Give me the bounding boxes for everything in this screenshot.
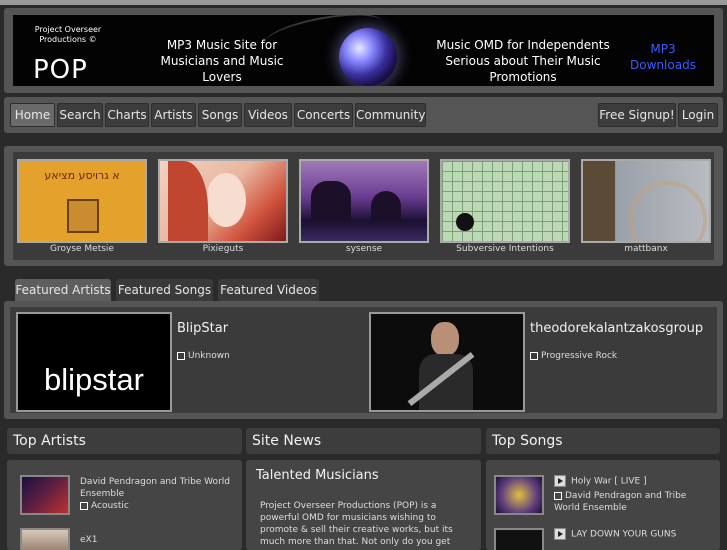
artist-gallery: א גרויסע מציאע Groyse Metsie Pixieguts s…	[4, 146, 723, 266]
artist-name-link[interactable]: theodorekalantzakosgroup	[530, 321, 703, 336]
hair-art	[168, 161, 208, 241]
song-thumb[interactable]	[494, 475, 544, 515]
gallery-thumb-subversive-intentions[interactable]	[440, 159, 570, 243]
nav-artists[interactable]: Artists	[151, 103, 196, 127]
mp3-downloads-link[interactable]: MP3 Downloads	[628, 41, 698, 73]
artist-image-theodorekalantzakosgroup[interactable]	[369, 312, 525, 412]
login-button[interactable]: Login	[678, 103, 718, 127]
artist-name-link[interactable]: BlipStar	[177, 321, 228, 336]
gallery-thumb-sysense[interactable]	[299, 159, 429, 243]
artist-thumb[interactable]	[20, 528, 70, 550]
top-artists-list: David Pendragon and Tribe World Ensemble…	[7, 460, 242, 550]
site-news-box: Talented Musicians Project Overseer Prod…	[246, 460, 481, 550]
gift-box-icon	[67, 199, 99, 233]
artist-thumb[interactable]	[20, 475, 70, 515]
nav-search[interactable]: Search	[57, 103, 103, 127]
gallery-caption[interactable]: sysense	[299, 244, 429, 254]
artist-image-blipstar[interactable]: blipstar	[16, 312, 172, 412]
gallery-caption[interactable]: mattbanx	[581, 244, 711, 254]
nav-home[interactable]: Home	[10, 103, 55, 127]
bullet-icon	[530, 351, 538, 360]
gallery-thumb-groyse-metsie[interactable]: א גרויסע מציאע	[17, 159, 147, 243]
bullet-icon	[80, 501, 88, 510]
song-thumb[interactable]	[494, 528, 544, 550]
site-header: Project Overseer Productions © POP MP3 M…	[4, 8, 723, 93]
rock-art	[311, 181, 351, 221]
gallery-item[interactable]: mattbanx	[581, 159, 711, 254]
tagline-right: Music OMD for Independents Serious about…	[436, 38, 610, 84]
song-title[interactable]: Holy War [ LIVE ]	[571, 477, 647, 487]
top-artist-genre: Acoustic	[80, 500, 129, 512]
gallery-item[interactable]: sysense	[299, 159, 429, 254]
bullet-icon	[554, 491, 562, 500]
news-headline[interactable]: Talented Musicians	[256, 468, 379, 483]
genre-label[interactable]: Progressive Rock	[541, 351, 617, 361]
site-news-heading: Site News	[246, 428, 481, 454]
nav-songs[interactable]: Songs	[198, 103, 242, 127]
globe-icon	[339, 28, 397, 86]
top-border	[0, 0, 727, 5]
featured-panel: blipstar BlipStar Unknown theodorekalant…	[4, 301, 723, 419]
song-title[interactable]: LAY DOWN YOUR GUNS	[571, 530, 676, 540]
tab-featured-songs[interactable]: Featured Songs	[116, 279, 213, 301]
tab-featured-artists[interactable]: Featured Artists	[15, 279, 111, 301]
song-artist-row: David Pendragon and Tribe World Ensemble	[554, 490, 714, 514]
top-artists-heading: Top Artists	[7, 428, 242, 454]
main-nav: Home Search Charts Artists Songs Videos …	[4, 97, 723, 133]
nav-concerts[interactable]: Concerts	[294, 103, 353, 127]
logo-pop[interactable]: POP	[33, 55, 88, 85]
play-icon[interactable]	[554, 528, 566, 540]
emblem-icon	[456, 213, 474, 231]
nav-community[interactable]: Community	[355, 103, 426, 127]
musician-head-art	[431, 322, 459, 356]
gallery-item[interactable]: Subversive Intentions	[440, 159, 570, 254]
nav-charts[interactable]: Charts	[105, 103, 149, 127]
hebrew-title-art: א גרויסע מציאע	[44, 169, 120, 182]
gallery-caption[interactable]: Pixieguts	[158, 244, 288, 254]
logo-company-name[interactable]: Project Overseer Productions ©	[28, 25, 108, 45]
rock-art	[371, 191, 401, 221]
gallery-item[interactable]: א גרויסע מציאע Groyse Metsie	[17, 159, 147, 254]
news-body: Project Overseer Productions (POP) is a …	[260, 501, 453, 547]
nav-videos[interactable]: Videos	[244, 103, 292, 127]
blipstar-logo-text: blipstar	[44, 362, 144, 397]
gallery-strip: א גרויסע מציאע Groyse Metsie Pixieguts s…	[13, 152, 714, 260]
play-icon[interactable]	[554, 475, 566, 487]
artist-genre: Progressive Rock	[530, 351, 617, 361]
face-art	[206, 173, 246, 227]
top-artist-name[interactable]: David Pendragon and Tribe World Ensemble	[80, 476, 230, 500]
artist-genre: Unknown	[177, 351, 230, 361]
featured-artists-list: blipstar BlipStar Unknown theodorekalant…	[10, 307, 717, 413]
genre-label[interactable]: Acoustic	[91, 501, 129, 511]
genre-label[interactable]: Unknown	[188, 351, 230, 361]
gallery-caption[interactable]: Groyse Metsie	[17, 244, 147, 254]
gallery-caption[interactable]: Subversive Intentions	[440, 244, 570, 254]
song-title-row: LAY DOWN YOUR GUNS	[554, 528, 676, 541]
free-signup-button[interactable]: Free Signup!	[598, 103, 676, 127]
gallery-thumb-pixieguts[interactable]	[158, 159, 288, 243]
building-art	[583, 161, 615, 241]
song-artist[interactable]: David Pendragon and Tribe World Ensemble	[554, 491, 686, 513]
top-artist-name[interactable]: eX1	[80, 534, 97, 546]
top-songs-heading: Top Songs	[486, 428, 720, 454]
header-banner: Project Overseer Productions © POP MP3 M…	[13, 15, 714, 86]
gallery-item[interactable]: Pixieguts	[158, 159, 288, 254]
song-title-row: Holy War [ LIVE ]	[554, 475, 647, 488]
rainbow-art	[629, 181, 707, 241]
top-songs-list: Holy War [ LIVE ] David Pendragon and Tr…	[486, 460, 720, 550]
gallery-thumb-mattbanx[interactable]	[581, 159, 711, 243]
bullet-icon	[177, 351, 185, 360]
tab-featured-videos[interactable]: Featured Videos	[218, 279, 319, 301]
